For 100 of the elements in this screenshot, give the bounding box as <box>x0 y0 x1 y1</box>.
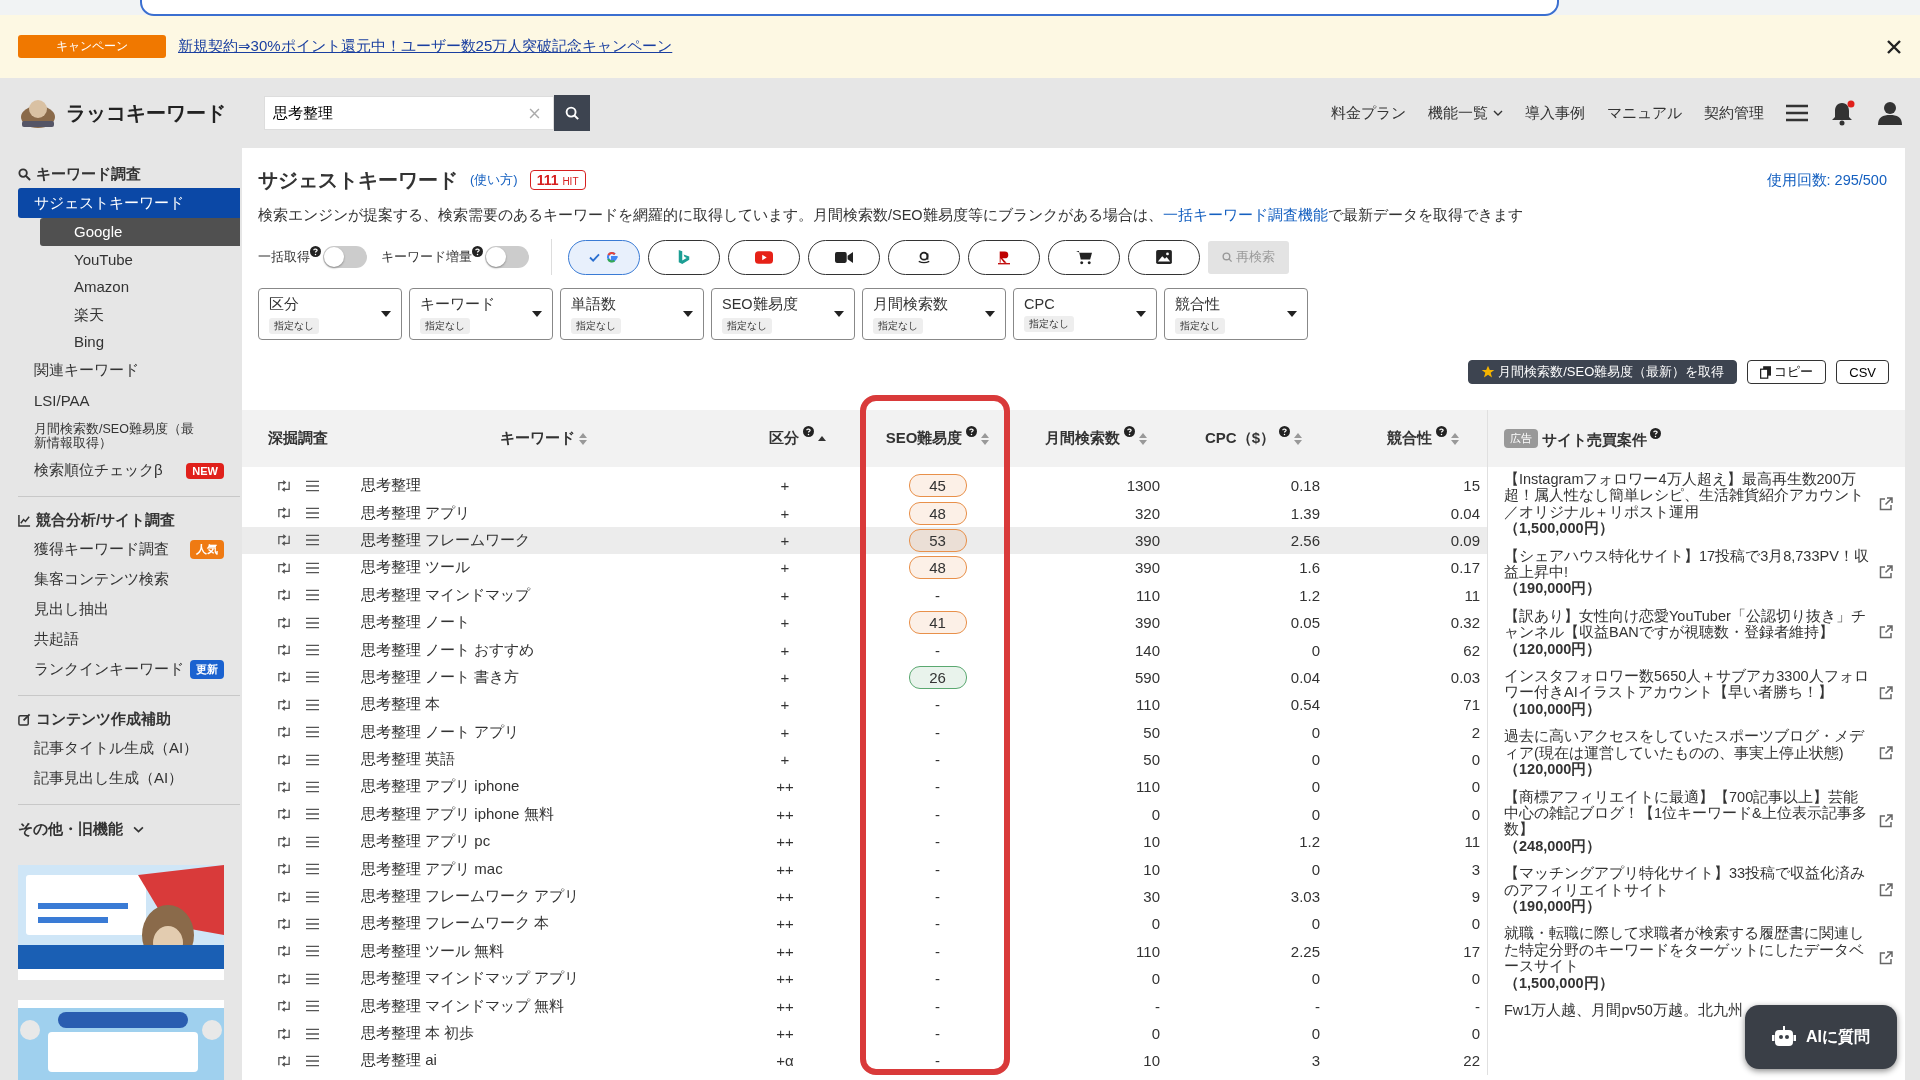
site-listing-link[interactable]: 【Instagramフォロワー4万人超え】最高再生数200万超！属人性なし簡単レシピ、生活雑貨紹介アカウント／オリジナル＋リポスト運用 （1,500,000円） <box>1504 471 1871 537</box>
table-row[interactable]: 思考整理 ノート 書き方 + 26 590 0.04 0.03 <box>242 663 1487 692</box>
toggle-switch[interactable] <box>323 246 367 268</box>
table-row[interactable]: 思考整理 英語 + - 50 0 0 <box>242 745 1487 774</box>
table-row[interactable]: 思考整理 本 + - 110 0.54 71 <box>242 691 1487 719</box>
list-icon[interactable] <box>306 863 319 876</box>
help-link[interactable]: (使い方) <box>470 171 518 189</box>
list-icon[interactable] <box>306 835 319 848</box>
bing-source-button[interactable] <box>648 239 720 275</box>
search-button[interactable] <box>554 95 590 131</box>
search-field[interactable]: 思考整理 <box>264 96 554 130</box>
dig-icon[interactable] <box>276 644 292 657</box>
table-row[interactable]: 思考整理 マインドマップ アプリ ++ - 0 0 0 <box>242 965 1487 993</box>
copy-button[interactable]: コピー <box>1747 360 1827 384</box>
dig-icon[interactable] <box>276 890 292 903</box>
external-link-icon[interactable] <box>1879 814 1893 829</box>
table-row[interactable]: 思考整理 フレームワーク + 53 390 2.56 0.09 <box>242 526 1487 555</box>
nav-link[interactable]: 機能一覧 <box>1428 103 1503 123</box>
external-link-icon[interactable] <box>1879 565 1893 580</box>
sidebar-item[interactable]: 記事見出し生成（AI） <box>18 763 240 794</box>
external-link-icon[interactable] <box>1879 745 1893 760</box>
column-header[interactable]: 月間検索数 <box>1015 410 1175 467</box>
table-row[interactable]: 思考整理 ツール 無料 ++ - 110 2.25 17 <box>242 937 1487 966</box>
sidebar-subitem[interactable]: Bing <box>40 328 240 356</box>
google-source-button[interactable] <box>568 239 640 275</box>
site-listing-link[interactable]: 【シェアハウス特化サイト】17投稿で3月8,733PV！収益上昇中! （190,000円） <box>1504 547 1871 597</box>
site-listing-link[interactable]: Fw1万人越、月間pv50万越。北九州 <box>1504 1001 1743 1019</box>
filter-dropdown[interactable]: SEO難易度 指定なし <box>711 288 855 340</box>
help-icon[interactable] <box>803 426 814 437</box>
dig-icon[interactable] <box>276 534 292 547</box>
filter-dropdown[interactable]: 月間検索数 指定なし <box>862 288 1006 340</box>
table-row[interactable]: 思考整理 本 初歩 ++ - 0 0 0 <box>242 1019 1487 1048</box>
external-link-icon[interactable] <box>1879 685 1893 700</box>
sidebar-subitem[interactable]: Google <box>40 218 240 246</box>
list-icon[interactable] <box>306 808 319 821</box>
image-source-button[interactable] <box>1128 239 1200 275</box>
csv-button[interactable]: CSV <box>1836 360 1889 384</box>
column-header[interactable]: 区分 <box>735 410 860 467</box>
youtube-source-button[interactable] <box>728 239 800 275</box>
list-icon[interactable] <box>306 507 319 520</box>
column-header[interactable]: キーワード <box>352 410 735 467</box>
table-row[interactable]: 思考整理 アプリ mac ++ - 10 0 3 <box>242 855 1487 883</box>
table-row[interactable]: 思考整理 ノート + 41 390 0.05 0.32 <box>242 608 1487 637</box>
help-icon[interactable] <box>1124 426 1135 437</box>
table-row[interactable]: 思考整理 ai +α - 10 3 22 <box>242 1047 1487 1075</box>
amazon-source-button[interactable] <box>888 239 960 275</box>
help-icon[interactable] <box>1436 426 1447 437</box>
table-row[interactable]: 思考整理 アプリ iphone ++ - 110 0 0 <box>242 773 1487 801</box>
help-icon[interactable] <box>472 245 483 257</box>
dig-icon[interactable] <box>276 561 292 574</box>
sidebar-item[interactable]: ランクインキーワード 更新 <box>18 654 240 685</box>
campaign-link[interactable]: 新規契約⇒30%ポイント還元中！ユーザー数25万人突破記念キャンペーン <box>178 37 673 56</box>
site-listing-link[interactable]: 就職・転職に際して求職者が検索する履歴書に関連した特定分野のキーワードをターゲットにしたデータベースサイト （1,500,000円） <box>1504 925 1871 991</box>
list-icon[interactable] <box>306 1000 319 1013</box>
list-icon[interactable] <box>306 1027 319 1040</box>
search-icon[interactable] <box>564 105 580 121</box>
table-row[interactable]: 思考整理 + 45 1300 0.18 15 <box>242 472 1487 500</box>
column-header[interactable]: CPC（$） <box>1175 410 1330 467</box>
bulk-keyword-link[interactable]: 一括キーワード調査機能 <box>1162 207 1328 223</box>
filter-dropdown[interactable]: 競合性 指定なし <box>1164 288 1308 340</box>
dig-icon[interactable] <box>276 808 292 821</box>
sidebar-item[interactable]: 検索順位チェックβ NEW <box>18 455 240 486</box>
dig-icon[interactable] <box>276 781 292 793</box>
dig-icon[interactable] <box>276 698 292 711</box>
filter-dropdown[interactable]: CPC 指定なし <box>1013 288 1157 340</box>
user-icon[interactable] <box>1878 101 1902 125</box>
dig-icon[interactable] <box>276 972 292 985</box>
external-link-icon[interactable] <box>1879 951 1893 966</box>
table-row[interactable]: 思考整理 ノート アプリ + - 50 0 2 <box>242 718 1487 746</box>
dig-icon[interactable] <box>276 1054 292 1067</box>
menu-icon[interactable] <box>1786 104 1808 122</box>
list-icon[interactable] <box>306 917 319 930</box>
help-icon[interactable] <box>1279 426 1290 437</box>
list-icon[interactable] <box>306 781 319 793</box>
rakuten-source-button[interactable] <box>968 239 1040 275</box>
list-icon[interactable] <box>306 972 319 985</box>
dig-icon[interactable] <box>276 726 292 739</box>
nav-link[interactable]: 導入事例 <box>1525 103 1585 123</box>
column-header[interactable]: 深掘調査 <box>242 410 352 467</box>
sort-icon[interactable] <box>579 432 587 445</box>
sidebar-subitem[interactable]: Amazon <box>40 273 240 301</box>
close-icon[interactable] <box>1886 38 1902 55</box>
list-icon[interactable] <box>306 698 319 711</box>
dig-icon[interactable] <box>276 945 292 958</box>
sidebar-item[interactable]: LSI/PAA <box>18 385 240 416</box>
list-icon[interactable] <box>306 479 319 492</box>
video-source-button[interactable] <box>808 239 880 275</box>
dig-icon[interactable] <box>276 917 292 930</box>
dig-icon[interactable] <box>276 753 292 766</box>
site-listing-link[interactable]: 【商標アフィリエイトに最適】【700記事以上】芸能中心の雑記ブログ！【1位キーワード&上位表示記事多数】 （248,000円） <box>1504 788 1871 855</box>
help-icon[interactable] <box>310 245 321 257</box>
table-row[interactable]: 思考整理 マインドマップ + - 110 1.2 11 <box>242 581 1487 609</box>
ai-chat-button[interactable]: AIに質問 <box>1745 1005 1897 1069</box>
sidebar-item[interactable]: 集客コンテンツ検索 <box>18 564 240 595</box>
sidebar-item[interactable]: サジェストキーワード <box>18 188 240 218</box>
list-icon[interactable] <box>306 561 319 574</box>
column-header[interactable]: SEO難易度 <box>860 410 1015 467</box>
sort-up-icon[interactable] <box>818 436 826 441</box>
list-icon[interactable] <box>306 644 319 657</box>
sidebar-item[interactable]: 獲得キーワード調査 人気 <box>18 534 240 565</box>
